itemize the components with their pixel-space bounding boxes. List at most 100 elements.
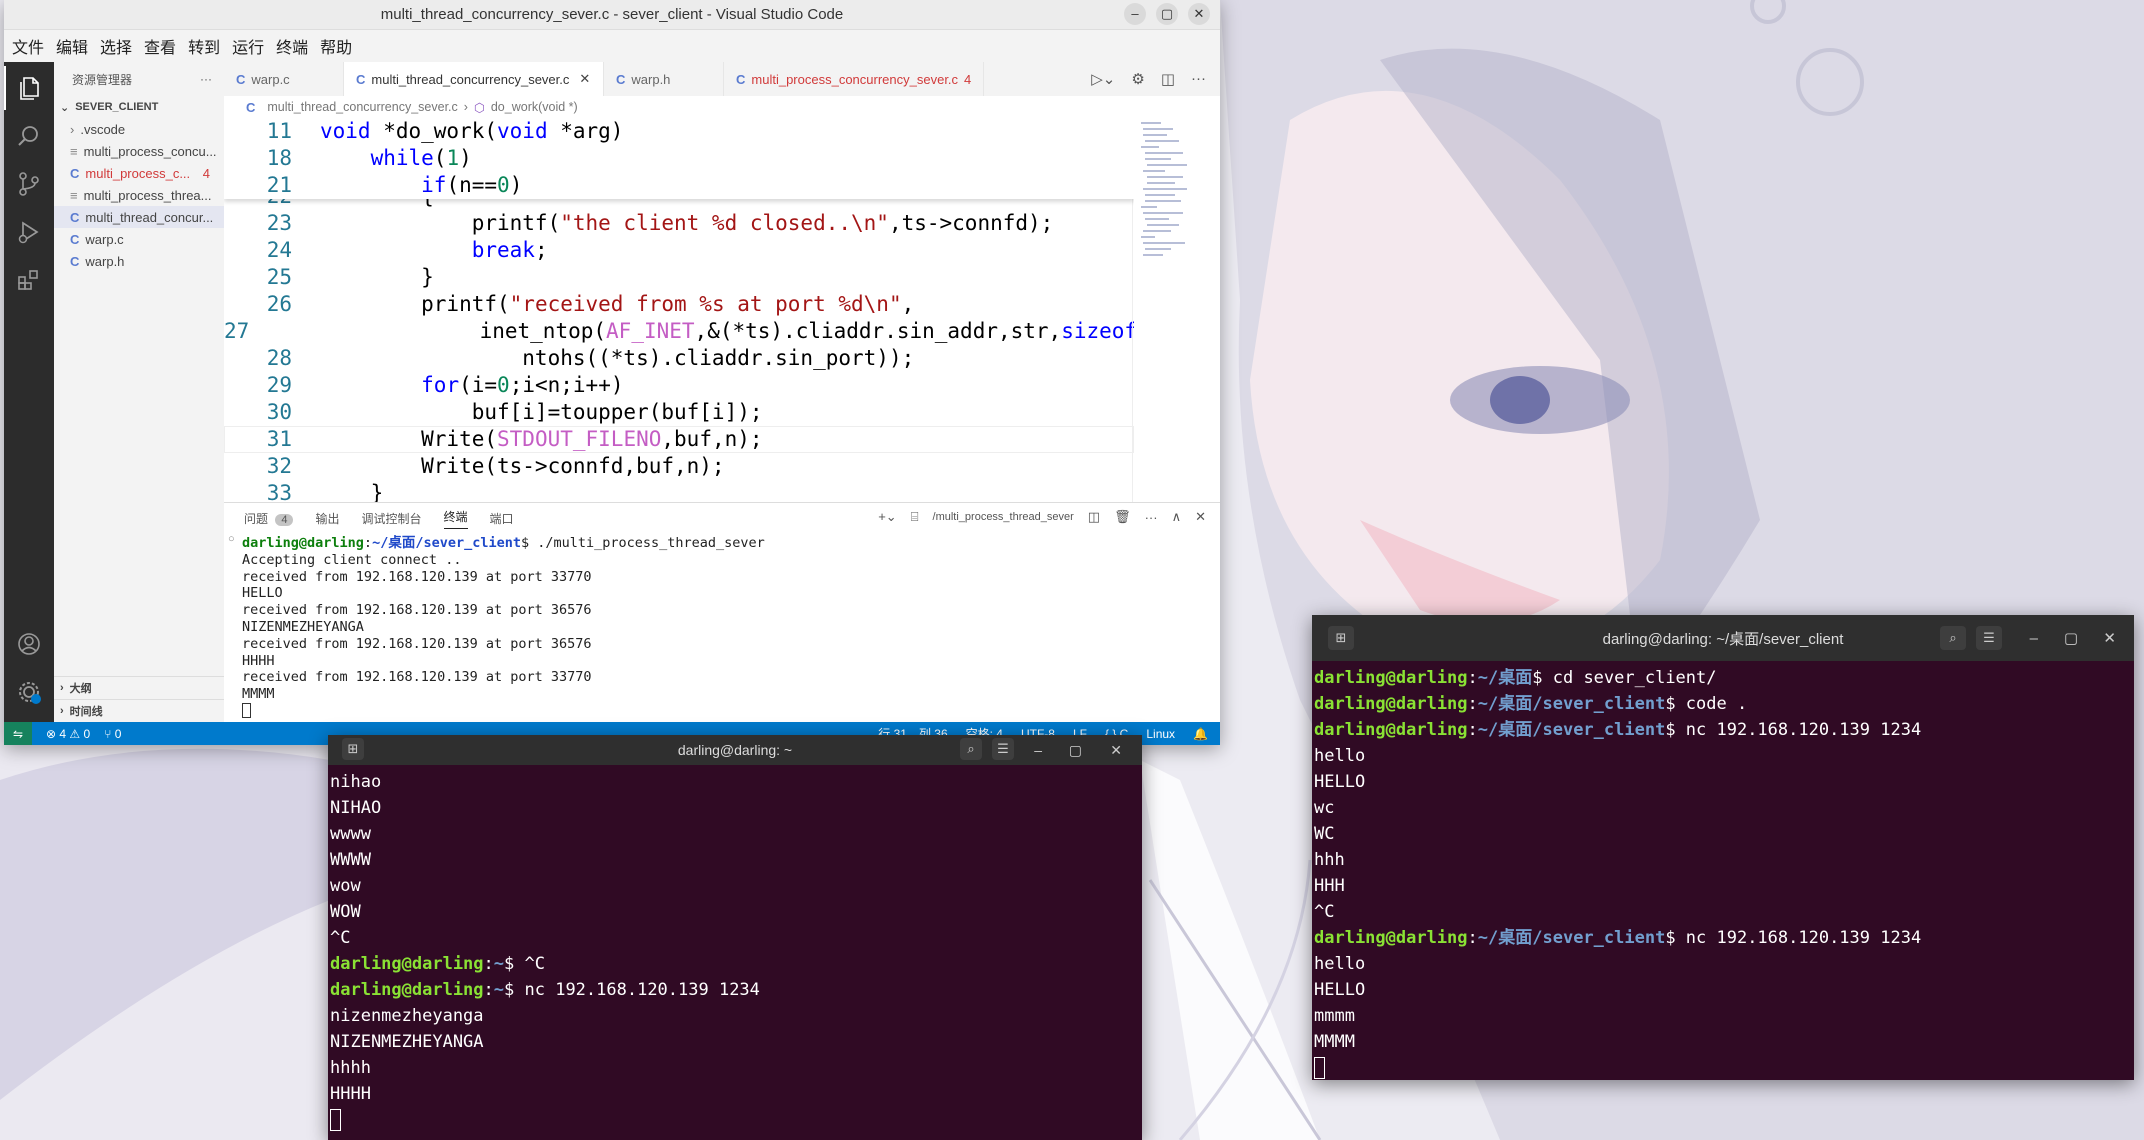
terminal-title: darling@darling: ~/桌面/sever_client — [1602, 630, 1844, 648]
tab-problems[interactable]: 问题 4 — [244, 510, 294, 527]
maximize-button[interactable]: ▢ — [1156, 3, 1178, 25]
outline-section[interactable]: › 大纲 — [54, 677, 224, 699]
minimize-button[interactable]: – — [1124, 3, 1146, 25]
bottom-panel: 问题 4 输出 调试控制台 终端 端口 +⌄ ⌸ /multi_process_… — [224, 502, 1220, 722]
chevron-right-icon: › — [70, 121, 75, 137]
ports-status[interactable]: ⑂ 0 — [104, 727, 121, 741]
terminal-line: wwww — [330, 824, 371, 844]
explorer-icon[interactable] — [4, 66, 54, 110]
prompt-user: darling@darling — [1314, 720, 1468, 740]
menu-help[interactable]: 帮助 — [320, 34, 352, 58]
minimap[interactable] — [1132, 118, 1192, 502]
tree-item-file[interactable]: ≡ multi_process_concu... — [54, 140, 224, 162]
split-terminal-icon[interactable]: ◫ — [1088, 509, 1100, 525]
menu-file[interactable]: 文件 — [12, 34, 44, 58]
tree-item-file[interactable]: C warp.c — [54, 228, 224, 250]
os-indicator[interactable]: Linux — [1146, 727, 1175, 741]
code-editor[interactable]: 11 void *do_work(void *arg) 18 while(1) 21 … — [224, 118, 1134, 502]
maximize-panel-icon[interactable]: ∧ — [1172, 509, 1182, 525]
bell-icon[interactable]: 🔔 — [1193, 727, 1208, 741]
more-actions-icon[interactable]: ··· — [200, 72, 212, 86]
prompt-path: ~/桌面/sever_client — [1477, 720, 1666, 740]
terminal-line: WOW — [330, 902, 361, 922]
hamburger-menu-icon[interactable]: ☰ — [1976, 626, 2002, 650]
terminal-line: HELLO — [1314, 980, 1366, 1000]
source-control-icon[interactable] — [4, 162, 54, 206]
menu-run[interactable]: 运行 — [232, 34, 264, 58]
code-line: 32 Write(ts->connfd,buf,n); — [224, 453, 1134, 480]
trash-icon[interactable]: 🗑 — [1114, 509, 1131, 525]
terminal-name[interactable]: /multi_process_thread_sever — [933, 511, 1074, 523]
code-line: 27 inet_ntop(AF_INET,&(*ts).cliaddr.sin_… — [224, 318, 1134, 345]
tree-item-file[interactable]: C warp.h — [54, 250, 224, 272]
new-tab-icon[interactable]: ⊞ — [342, 738, 364, 760]
tab-warp-c[interactable]: Cwarp.c — [224, 62, 344, 96]
search-icon[interactable] — [4, 114, 54, 158]
close-button[interactable]: ✕ — [2103, 629, 2116, 647]
gear-icon[interactable]: ⚙ — [1131, 70, 1144, 88]
panel-tabs: 问题 4 输出 调试控制台 终端 端口 +⌄ ⌸ /multi_process_… — [224, 503, 1220, 533]
tab-multi-thread-active[interactable]: Cmulti_thread_concurrency_sever.c ✕ — [344, 62, 604, 96]
terminal-cursor — [330, 1109, 341, 1131]
tree-item-file[interactable]: ≡ multi_process_threa... — [54, 184, 224, 206]
search-icon[interactable]: ⌕ — [960, 738, 982, 760]
tab-multi-process-error[interactable]: Cmulti_process_concurrency_sever.c 4 — [724, 62, 984, 96]
code-line: 28 ntohs((*ts).cliaddr.sin_port)); — [224, 345, 1134, 372]
menu-edit[interactable]: 编辑 — [56, 34, 88, 58]
tree-item-vscode-folder[interactable]: › .vscode — [54, 118, 224, 140]
tab-debug-console[interactable]: 调试控制台 — [362, 510, 422, 527]
close-panel-icon[interactable]: ✕ — [1195, 509, 1206, 525]
workspace-folder[interactable]: ⌄ SEVER_CLIENT — [54, 96, 224, 118]
tree-item-file-error[interactable]: C multi_process_c... 4 — [54, 162, 224, 184]
extensions-icon[interactable] — [4, 258, 54, 302]
code-text: while(1) — [370, 146, 472, 170]
close-tab-icon[interactable]: ✕ — [579, 71, 590, 87]
prompt-command: $ nc 192.168.120.139 1234 — [504, 980, 760, 1000]
code-line: 21 if(n==0) — [224, 172, 1134, 199]
tab-warp-h[interactable]: Cwarp.h — [604, 62, 724, 96]
breadcrumb-file[interactable]: multi_thread_concurrency_sever.c — [267, 100, 457, 114]
maximize-button[interactable]: ▢ — [1069, 742, 1082, 759]
editor-area: Cwarp.c Cmulti_thread_concurrency_sever.… — [224, 62, 1220, 502]
run-code-icon[interactable]: ▷⌄ — [1091, 70, 1115, 88]
more-actions-icon[interactable]: ··· — [1191, 70, 1206, 88]
tree-item-file-selected[interactable]: C multi_thread_concur... — [54, 206, 224, 228]
minimize-button[interactable]: – — [2030, 630, 2038, 647]
timeline-section[interactable]: › 时间线 — [54, 699, 224, 721]
terminal-output[interactable]: darling@darling:~/桌面$ cd sever_client/da… — [1312, 661, 2134, 1079]
problems-status[interactable]: ⊗ 4 ⚠ 0 — [46, 727, 90, 741]
minimize-button[interactable]: – — [1034, 742, 1042, 758]
hamburger-menu-icon[interactable]: ☰ — [992, 738, 1014, 760]
breadcrumb-symbol[interactable]: do_work(void *) — [491, 100, 578, 114]
menu-view[interactable]: 查看 — [144, 34, 176, 58]
split-editor-icon[interactable]: ◫ — [1161, 70, 1175, 88]
tab-output[interactable]: 输出 — [315, 510, 339, 527]
terminal-output[interactable]: nihao NIHAO wwww WWWW wow WOW ^C darling@darlin… — [328, 765, 1142, 1131]
line-number: 30 — [266, 400, 292, 424]
more-actions-icon[interactable]: ··· — [1145, 510, 1158, 525]
menu-terminal[interactable]: 终端 — [276, 34, 308, 58]
terminal-line: received from 192.168.120.139 at port 33… — [242, 669, 592, 686]
run-debug-icon[interactable] — [4, 210, 54, 254]
c-file-icon: C — [616, 71, 626, 87]
close-button[interactable]: ✕ — [1110, 742, 1122, 759]
code-text: } — [320, 481, 384, 502]
terminal-line: ^C — [330, 928, 351, 948]
tab-ports[interactable]: 端口 — [490, 510, 514, 527]
code-text: for(i=0;i<n;i++) — [421, 373, 624, 397]
tab-terminal[interactable]: 终端 — [443, 508, 468, 529]
settings-gear-icon[interactable] — [4, 670, 54, 714]
line-number: 31 — [266, 427, 292, 451]
line-number: 33 — [266, 481, 292, 502]
maximize-button[interactable]: ▢ — [2064, 629, 2078, 647]
remote-icon[interactable]: ⇋ — [4, 722, 32, 745]
terminal-line: received from 192.168.120.139 at port 33… — [242, 568, 592, 585]
account-icon[interactable] — [4, 622, 54, 666]
search-icon[interactable]: ⌕ — [1940, 626, 1966, 650]
integrated-terminal[interactable]: darling@darling:~/桌面/sever_client$ ./mul… — [242, 535, 765, 718]
menu-selection[interactable]: 选择 — [100, 34, 132, 58]
new-terminal-icon[interactable]: +⌄ — [878, 509, 896, 525]
close-button[interactable]: ✕ — [1188, 3, 1210, 25]
menu-go[interactable]: 转到 — [188, 34, 220, 58]
new-tab-icon[interactable]: ⊞ — [1328, 626, 1354, 650]
